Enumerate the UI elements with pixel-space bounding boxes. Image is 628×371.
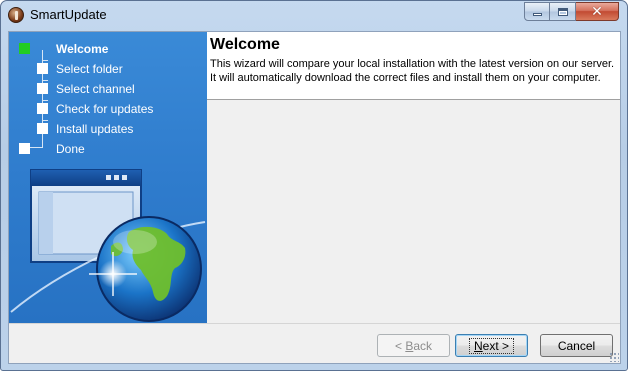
step-select-folder: Select folder: [9, 60, 207, 78]
step-marker: [37, 63, 48, 74]
step-welcome: Welcome: [9, 40, 207, 58]
wizard-window: SmartUpdate ✕ Welcome Select folder Sele…: [0, 0, 628, 371]
page-title: Welcome: [210, 36, 280, 53]
app-icon: [8, 7, 24, 23]
maximize-button[interactable]: [550, 2, 576, 21]
page-description-line-1: This wizard will compare your local inst…: [210, 58, 615, 70]
back-button-label: < Back: [394, 338, 433, 353]
step-done: Done: [9, 140, 207, 158]
cancel-button-label: Cancel: [557, 338, 596, 353]
next-button-label: Next >: [468, 337, 515, 354]
close-icon: ✕: [591, 3, 603, 20]
button-bar: < Back Next > Cancel: [9, 323, 620, 363]
step-marker: [37, 103, 48, 114]
resize-grip[interactable]: [609, 352, 619, 362]
step-install-updates: Install updates: [9, 120, 207, 138]
back-button[interactable]: < Back: [377, 334, 450, 357]
page-header: Welcome This wizard will compare your lo…: [207, 32, 620, 100]
update-globe-illustration: [10, 169, 206, 322]
close-button[interactable]: ✕: [576, 2, 619, 21]
step-check-for-updates: Check for updates: [9, 100, 207, 118]
step-label: Welcome: [56, 42, 109, 56]
window-controls: ✕: [524, 2, 619, 21]
step-label: Select channel: [56, 82, 135, 96]
step-marker: [19, 143, 30, 154]
maximize-icon: [557, 7, 568, 16]
step-marker-active: [19, 43, 30, 54]
minimize-icon: [532, 13, 542, 16]
page-description-line-2: It will automatically download the corre…: [210, 72, 601, 84]
minimize-button[interactable]: [524, 2, 550, 21]
title-bar[interactable]: SmartUpdate ✕: [1, 1, 627, 29]
window-title: SmartUpdate: [30, 7, 107, 22]
step-label: Install updates: [56, 122, 134, 136]
step-marker: [37, 123, 48, 134]
wizard-client-area: Welcome Select folder Select channel Che…: [8, 31, 621, 364]
step-label: Done: [56, 142, 85, 156]
steps-sidebar: Welcome Select folder Select channel Che…: [9, 32, 207, 323]
step-label: Check for updates: [56, 102, 154, 116]
cancel-button[interactable]: Cancel: [540, 334, 613, 357]
step-select-channel: Select channel: [9, 80, 207, 98]
step-marker: [37, 83, 48, 94]
wizard-page: Welcome This wizard will compare your lo…: [207, 32, 620, 323]
step-label: Select folder: [56, 62, 123, 76]
next-button[interactable]: Next >: [455, 334, 528, 357]
